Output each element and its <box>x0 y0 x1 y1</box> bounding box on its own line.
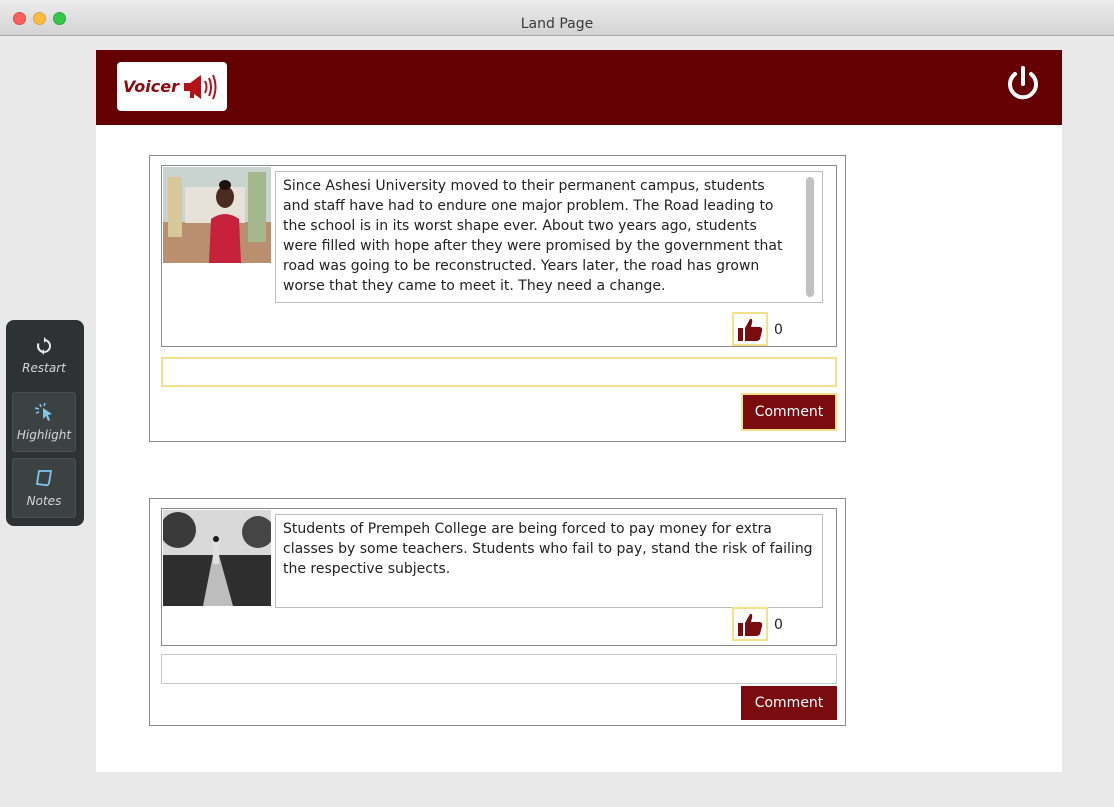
notes-button[interactable]: Notes <box>12 458 76 518</box>
window-titlebar: Land Page <box>0 0 1114 36</box>
post-text: Since Ashesi University moved to their p… <box>275 171 823 303</box>
highlight-button[interactable]: Highlight <box>12 392 76 452</box>
highlight-label: Highlight <box>16 428 72 442</box>
restart-icon <box>37 337 51 355</box>
like-button[interactable] <box>732 607 768 641</box>
logo-text: Voicer <box>123 77 179 96</box>
megaphone-icon <box>183 74 217 99</box>
thumbs-up-icon <box>738 318 763 341</box>
restart-button[interactable]: Restart <box>12 326 76 386</box>
post-content: Students of Prempeh College are being fo… <box>161 508 837 646</box>
post-text-scrollbar[interactable] <box>806 177 814 297</box>
window-title: Land Page <box>520 16 594 32</box>
comment-button[interactable]: Comment <box>741 393 837 431</box>
comment-input[interactable] <box>161 357 837 387</box>
post-card: Since Ashesi University moved to their p… <box>149 155 846 442</box>
notes-label: Notes <box>26 494 62 508</box>
post-content: Since Ashesi University moved to their p… <box>161 165 837 347</box>
post-text-content: Students of Prempeh College are being fo… <box>283 521 813 577</box>
app-header: Voicer <box>96 50 1062 125</box>
post-card: Students of Prempeh College are being fo… <box>149 498 846 726</box>
side-toolbar: Restart Highlight Notes <box>6 320 84 526</box>
like-count: 0 <box>774 322 783 338</box>
post-photo <box>163 510 271 606</box>
post-photo <box>163 167 271 263</box>
cursor-click-icon <box>34 402 52 421</box>
post-text-content: Since Ashesi University moved to their p… <box>283 178 783 294</box>
note-icon <box>35 470 53 487</box>
power-icon <box>1008 66 1038 100</box>
voicer-logo[interactable]: Voicer <box>117 62 227 111</box>
logout-button[interactable] <box>1001 62 1045 106</box>
like-button[interactable] <box>732 312 768 346</box>
post-text: Students of Prempeh College are being fo… <box>275 514 823 608</box>
like-count: 0 <box>774 617 783 633</box>
restart-label: Restart <box>22 361 66 375</box>
comment-button[interactable]: Comment <box>741 686 837 720</box>
land-page: Voicer Since Ashesi University moved to … <box>96 50 1062 772</box>
comment-input[interactable] <box>161 654 837 684</box>
thumbs-up-icon <box>738 613 763 636</box>
